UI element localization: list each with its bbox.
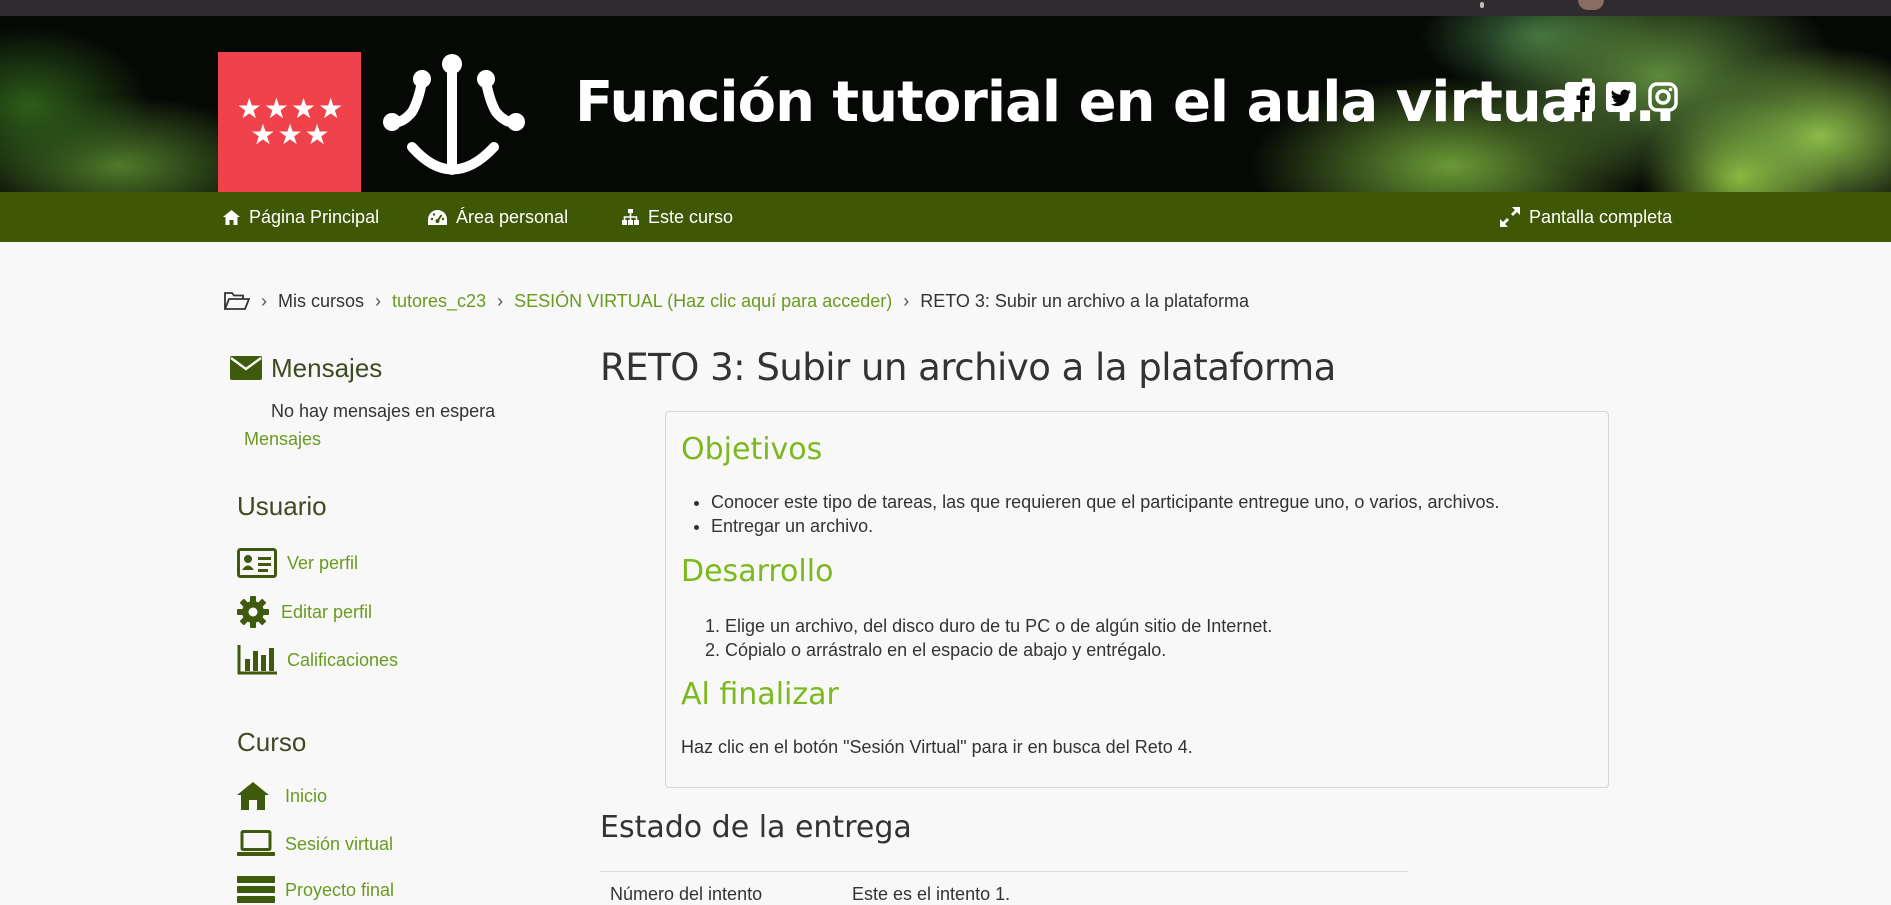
list-item: Cópialo o arrástralo en el espacio de ab… bbox=[725, 638, 1272, 662]
twitter-icon[interactable] bbox=[1606, 82, 1636, 112]
finish-heading: Al finalizar bbox=[681, 677, 839, 712]
list-item: Conocer este tipo de tareas, las que req… bbox=[711, 490, 1499, 514]
objectives-list: Conocer este tipo de tareas, las que req… bbox=[681, 490, 1499, 538]
submission-status-title: Estado de la entrega bbox=[600, 810, 912, 845]
virtual-session-label: Sesión virtual bbox=[285, 833, 394, 854]
assignment-intro-card: Objetivos Conocer este tipo de tareas, l… bbox=[665, 411, 1609, 788]
sidebar-item-virtual-session[interactable]: Sesión virtual bbox=[237, 830, 393, 858]
breadcrumb: › Mis cursos › tutores_c23 › SESIÓN VIRT… bbox=[224, 288, 1249, 314]
development-steps: Elige un archivo, del disco duro de tu P… bbox=[681, 614, 1272, 662]
id-card-icon bbox=[237, 548, 277, 578]
dashboard-icon bbox=[428, 209, 447, 225]
table-divider bbox=[600, 871, 1408, 872]
list-item: Entregar un archivo. bbox=[711, 514, 1499, 538]
nav-home-label: Página Principal bbox=[249, 206, 380, 227]
sidebar-item-view-profile[interactable]: Ver perfil bbox=[237, 548, 358, 578]
emblem-logo bbox=[383, 54, 525, 175]
gear-icon bbox=[237, 596, 269, 628]
nav-course[interactable]: Este curso bbox=[622, 192, 733, 242]
attempt-number-value: Este es el intento 1. bbox=[852, 884, 1011, 904]
course-block-title: Curso bbox=[237, 727, 307, 757]
sidebar-item-edit-profile[interactable]: Editar perfil bbox=[237, 596, 372, 628]
home-icon bbox=[237, 782, 269, 810]
flag-stars: ★★★★ ★★★ bbox=[236, 92, 346, 151]
menu-dots-icon[interactable] bbox=[1480, 2, 1484, 8]
breadcrumb-session[interactable]: SESIÓN VIRTUAL (Haz clic aquí para acced… bbox=[514, 291, 892, 312]
edit-profile-label: Editar perfil bbox=[281, 601, 373, 622]
nav-course-label: Este curso bbox=[648, 206, 734, 227]
envelope-icon bbox=[230, 356, 262, 380]
view-profile-label: Ver perfil bbox=[287, 552, 359, 573]
messages-link[interactable]: Mensajes bbox=[244, 429, 321, 450]
avatar[interactable] bbox=[1578, 0, 1604, 10]
messages-empty-text: No hay mensajes en espera bbox=[271, 401, 496, 421]
nav-fullscreen[interactable]: Pantalla completa bbox=[1500, 192, 1672, 242]
list-item: Elige un archivo, del disco duro de tu P… bbox=[725, 614, 1272, 638]
objectives-heading: Objetivos bbox=[681, 432, 823, 467]
grades-label: Calificaciones bbox=[287, 649, 399, 670]
development-heading: Desarrollo bbox=[681, 554, 834, 589]
page-title: RETO 3: Subir un archivo a la plataforma bbox=[600, 346, 1336, 389]
main-navbar: Página Principal Área personal Este curs… bbox=[0, 192, 1891, 242]
facebook-icon[interactable] bbox=[1565, 82, 1595, 112]
final-project-label: Proyecto final bbox=[285, 879, 395, 900]
folder-open-icon[interactable] bbox=[224, 291, 250, 311]
nav-dashboard-label: Área personal bbox=[456, 206, 569, 227]
user-block-title: Usuario bbox=[237, 491, 327, 521]
breadcrumb-my-courses[interactable]: Mis cursos bbox=[278, 291, 364, 312]
sitemap-icon bbox=[622, 209, 639, 225]
nav-fullscreen-label: Pantalla completa bbox=[1529, 206, 1673, 227]
instagram-icon[interactable] bbox=[1648, 82, 1678, 112]
site-title: Función tutorial en el aula virtual ... bbox=[575, 70, 1676, 135]
sidebar-item-home[interactable]: Inicio bbox=[237, 782, 327, 810]
home-icon bbox=[223, 209, 240, 225]
site-banner: ★★★★ ★★★ Función tutorial en el aula vir… bbox=[0, 16, 1891, 192]
breadcrumb-separator: › bbox=[261, 290, 267, 311]
breadcrumb-separator: › bbox=[903, 290, 910, 311]
nav-dashboard[interactable]: Área personal bbox=[428, 192, 568, 242]
nav-home[interactable]: Página Principal bbox=[223, 192, 379, 242]
home-label: Inicio bbox=[285, 785, 328, 806]
expand-icon bbox=[1500, 207, 1520, 227]
server-icon bbox=[237, 876, 275, 903]
sidebar-item-final-project[interactable]: Proyecto final bbox=[237, 876, 394, 904]
bar-chart-icon bbox=[237, 645, 277, 675]
breadcrumb-current: RETO 3: Subir un archivo a la plataforma bbox=[920, 290, 1250, 311]
attempt-number-label: Número del intento bbox=[610, 884, 763, 904]
browser-topbar bbox=[0, 0, 1891, 16]
breadcrumb-separator: › bbox=[375, 290, 382, 311]
finish-text: Haz clic en el botón "Sesión Virtual" pa… bbox=[681, 737, 1193, 757]
laptop-icon bbox=[237, 830, 275, 856]
breadcrumb-course[interactable]: tutores_c23 bbox=[392, 291, 486, 312]
messages-block-title: Mensajes bbox=[271, 353, 383, 383]
breadcrumb-separator: › bbox=[497, 290, 504, 311]
sidebar-item-grades[interactable]: Calificaciones bbox=[237, 645, 398, 675]
madrid-flag-logo[interactable]: ★★★★ ★★★ bbox=[218, 52, 361, 192]
